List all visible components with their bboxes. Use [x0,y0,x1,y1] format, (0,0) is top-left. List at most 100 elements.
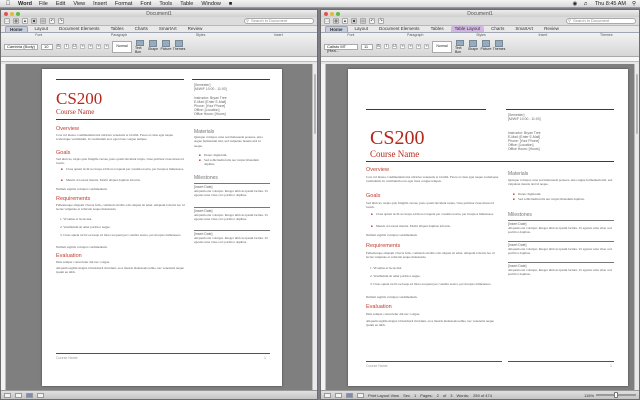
document-page[interactable]: CS200 Course Name [Semester] [M/W/F 10:0… [42,69,282,386]
menu-file[interactable]: File [39,1,48,7]
help-menu-icon[interactable]: ■ [229,1,232,7]
style-normal[interactable]: Normal [432,40,452,53]
picture-button[interactable]: Picture [161,39,171,54]
templates-icon[interactable]: ▦ [13,18,19,24]
new-doc-icon[interactable]: □ [4,18,10,24]
save-icon[interactable]: ▣ [31,18,37,24]
outline-view-button[interactable] [15,392,22,398]
draft-view-button[interactable] [4,392,11,398]
menu-tools[interactable]: Tools [159,1,172,7]
tab-home[interactable]: Home [325,26,348,32]
scroll-thumb[interactable] [314,74,316,134]
document-canvas[interactable]: CS200 Course Name [Semester] [M/W/F 10:0… [321,64,639,390]
zoom-slider[interactable] [596,392,636,398]
text-box-button[interactable]: Text Box [135,39,145,54]
close-button[interactable] [324,11,328,16]
spotlight-icon[interactable]: ⚲ [632,1,636,7]
open-icon[interactable]: ▲ [342,18,348,24]
tab-review[interactable]: Review [540,26,563,32]
outline-view-button[interactable] [335,392,342,398]
italic-button[interactable]: I [64,44,69,49]
search-input[interactable]: ⚲ Search in Document [566,18,636,24]
align-left-button[interactable]: ≡ [96,44,101,49]
bold-button[interactable]: B [56,44,61,49]
font-name-select[interactable]: Calisto MT (Hea... [324,43,358,52]
menu-window[interactable]: Window [201,1,221,7]
tab-document-elements[interactable]: Document Elements [55,26,104,32]
tab-tables[interactable]: Tables [107,26,128,32]
shape-button[interactable]: Shape [468,39,478,54]
save-icon[interactable]: ▣ [351,18,357,24]
document-canvas[interactable]: CS200 Course Name [Semester] [M/W/F 10:0… [1,64,317,390]
zoom-slider-knob[interactable] [614,392,618,398]
italic-button[interactable]: I [384,44,389,49]
scroll-thumb[interactable] [636,74,638,134]
zoom-button[interactable] [336,11,340,16]
minimize-button[interactable] [10,11,14,16]
draft-view-button[interactable] [324,392,331,398]
numbering-button[interactable]: ≡ [88,44,93,49]
tab-document-elements[interactable]: Document Elements [375,26,424,32]
themes-button[interactable]: Themes [173,39,185,54]
print-icon[interactable]: ▤ [40,18,46,24]
minimize-button[interactable] [330,11,334,16]
vertical-scrollbar[interactable] [312,64,317,390]
volume-icon[interactable]: ♬ [583,1,589,7]
undo-icon[interactable]: ↶ [49,18,55,24]
title-bar[interactable]: Document1 [321,10,639,17]
shape-button[interactable]: Shape [148,39,158,54]
bullets-button[interactable]: ≡ [80,44,85,49]
title-bar[interactable]: Document1 [1,10,317,17]
picture-button[interactable]: Picture [481,39,491,54]
bullets-button[interactable]: ≡ [400,44,405,49]
print-icon[interactable]: ▤ [360,18,366,24]
tab-smartart[interactable]: SmartArt [155,26,181,32]
style-normal[interactable]: Normal [112,40,132,53]
redo-icon[interactable]: ↷ [378,18,384,24]
vertical-scrollbar[interactable] [634,64,639,390]
font-size-select[interactable]: 10 [41,43,53,50]
tab-smartart[interactable]: SmartArt [511,26,537,32]
numbering-button[interactable]: ≡ [408,44,413,49]
menu-edit[interactable]: Edit [56,1,65,7]
underline-button[interactable]: U [392,44,397,49]
tab-review[interactable]: Review [184,26,207,32]
tab-layout[interactable]: Layout [351,26,373,32]
tab-tables[interactable]: Tables [427,26,448,32]
font-size-select[interactable]: 11 [361,43,373,50]
vertical-ruler[interactable] [1,64,6,390]
menu-font[interactable]: Font [140,1,151,7]
print-layout-button[interactable] [346,392,353,398]
open-icon[interactable]: ▲ [22,18,28,24]
wifi-icon[interactable]: ◉ [572,1,577,7]
document-page[interactable]: CS200 Course Name [Semester] [M/W/F 10:0… [348,69,628,386]
new-doc-icon[interactable]: □ [324,18,330,24]
templates-icon[interactable]: ▦ [333,18,339,24]
apple-menu-icon[interactable]:  [4,1,12,7]
tab-layout[interactable]: Layout [31,26,53,32]
zoom-button[interactable] [16,11,20,16]
print-layout-button[interactable] [26,392,33,398]
align-center-button[interactable]: ≡ [104,44,109,49]
menu-table[interactable]: Table [180,1,193,7]
font-name-select[interactable]: Cambria (Body) [4,43,38,50]
clock[interactable]: Thu 8:45 AM [595,1,626,7]
tab-home[interactable]: Home [5,26,28,32]
bold-button[interactable]: B [376,44,381,49]
redo-icon[interactable]: ↷ [58,18,64,24]
themes-button[interactable]: Themes [493,39,505,54]
tab-table-layout[interactable]: Table Layout [450,26,485,32]
undo-icon[interactable]: ↶ [369,18,375,24]
search-input[interactable]: ⚲ Search in Document [244,18,314,24]
notebook-view-button[interactable] [357,392,364,398]
align-left-button[interactable]: ≡ [416,44,421,49]
tab-charts[interactable]: Charts [487,26,508,32]
horizontal-ruler[interactable] [321,57,639,62]
tab-charts[interactable]: Charts [131,26,152,32]
menu-format[interactable]: Format [115,1,132,7]
text-box-button[interactable]: Text Box [455,39,465,54]
menu-app[interactable]: Word [18,1,32,7]
align-center-button[interactable]: ≡ [424,44,429,49]
notebook-view-button[interactable] [37,392,44,398]
close-button[interactable] [4,11,8,16]
